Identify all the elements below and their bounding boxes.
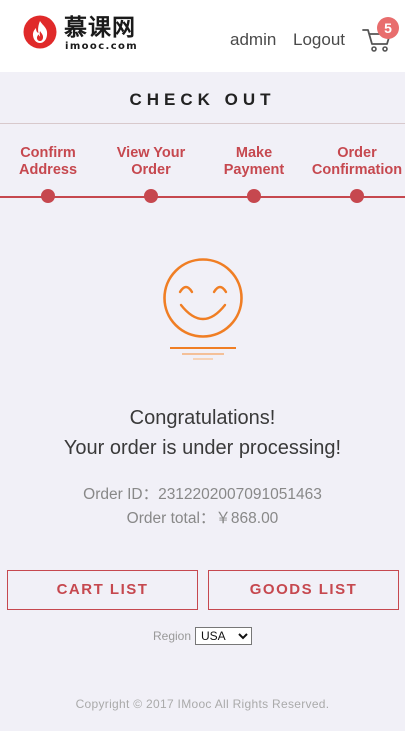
step-dot-make-payment (247, 189, 261, 203)
step-confirm-address: Confirm Address (18, 145, 78, 178)
goods-list-button[interactable]: GOODS LIST (208, 570, 399, 610)
step-dot-order-confirmation (350, 189, 364, 203)
step-order-confirmation: Order Confirmation (311, 145, 403, 178)
cart-list-button[interactable]: CART LIST (7, 570, 198, 610)
header: 慕课网 imooc.com admin Logout 5 (0, 0, 405, 72)
step-dot-confirm-address (41, 189, 55, 203)
title-bar: CHECK OUT (0, 72, 405, 124)
steps-progress-line (0, 196, 405, 198)
order-id: Order ID：2312202007091051463 (83, 486, 322, 503)
order-status-message: Your order is under processing! (63, 437, 342, 459)
flame-logo-icon[interactable] (23, 15, 57, 49)
page-title: CHECK OUT (129, 90, 276, 109)
region-select[interactable]: USA (195, 627, 252, 645)
smile-icon (163, 258, 243, 360)
checkout-steps: Confirm Address View Your Order Make Pay… (0, 125, 405, 215)
admin-link[interactable]: admin (230, 30, 276, 50)
copyright-text: Copyright © 2017 IMooc All Rights Reserv… (75, 697, 330, 711)
order-total: Order total：￥868.00 (126, 510, 279, 527)
cart-count-badge: 5 (377, 17, 399, 39)
logo-subtext: imooc.com (65, 41, 139, 52)
step-view-order: View Your Order (116, 145, 186, 178)
logout-link[interactable]: Logout (293, 30, 345, 50)
region-label: Region (153, 629, 192, 643)
step-make-payment: Make Payment (223, 145, 285, 178)
congrats-heading: Congratulations! (129, 407, 276, 429)
logo-text: 慕课网 (64, 15, 136, 41)
step-dot-view-order (144, 189, 158, 203)
